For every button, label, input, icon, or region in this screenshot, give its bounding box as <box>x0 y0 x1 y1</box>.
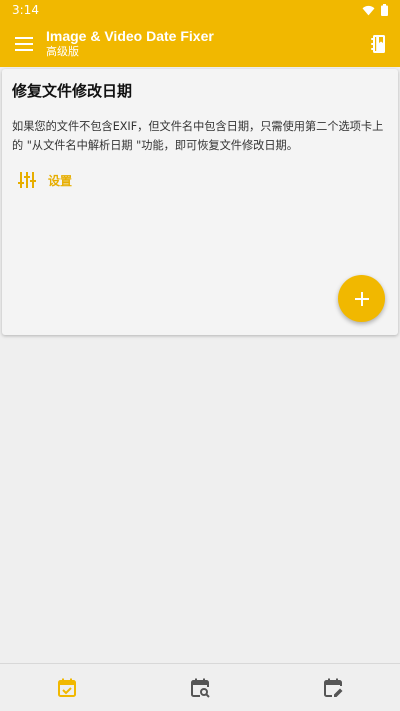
menu-icon <box>15 36 33 51</box>
nav-tab-search-date[interactable] <box>133 664 266 711</box>
battery-icon <box>381 4 388 16</box>
app-subtitle: 高级版 <box>46 45 79 58</box>
status-time: 3:14 <box>12 3 39 17</box>
plus-icon <box>354 291 369 306</box>
calendar-check-icon <box>57 678 76 697</box>
menu-button[interactable] <box>12 32 36 56</box>
notebook-icon <box>371 34 385 53</box>
status-icons <box>362 4 388 16</box>
nav-tab-edit-date[interactable] <box>267 664 400 711</box>
nav-tab-fix-date[interactable] <box>0 664 133 711</box>
app-titles: Image & Video Date Fixer 高级版 <box>46 28 366 59</box>
calendar-edit-icon <box>324 678 343 697</box>
wifi-icon <box>362 5 375 15</box>
status-bar: 3:14 <box>0 0 400 20</box>
settings-button[interactable]: 设置 <box>18 171 72 189</box>
app-bar: Image & Video Date Fixer 高级版 <box>0 20 400 67</box>
settings-label: 设置 <box>48 173 73 188</box>
notebook-button[interactable] <box>366 32 390 56</box>
card-title: 修复文件修改日期 <box>12 82 133 100</box>
calendar-search-icon <box>190 678 210 698</box>
tune-icon <box>18 172 36 188</box>
card-description: 如果您的文件不包含EXIF，但文件名中包含日期，只需使用第二个选项卡上的 "从文… <box>12 120 384 152</box>
app-title: Image & Video Date Fixer <box>46 28 214 44</box>
add-fab-button[interactable] <box>338 275 385 322</box>
bottom-navigation <box>0 663 400 711</box>
